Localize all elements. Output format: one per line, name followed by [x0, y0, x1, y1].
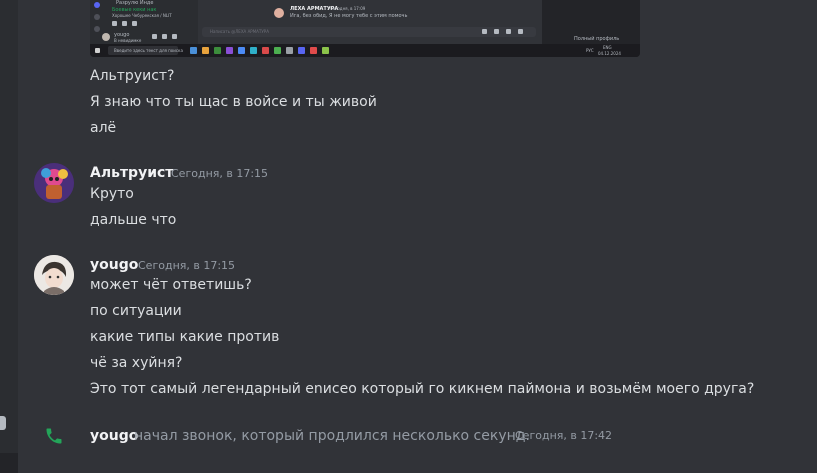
message-line: Я знаю что ты щас в войсе и ты живой — [90, 94, 377, 110]
message-line: какие типы какие против — [90, 329, 280, 345]
windows-icon — [95, 48, 100, 53]
message-line: может чёт ответишь? — [90, 277, 252, 293]
embed-chat: ЛЕХА АРМАТУРА Сегодня, в 17:09 Ига, без … — [198, 0, 542, 44]
message-author[interactable]: Альтруист — [90, 164, 173, 182]
taskbar-app-icon — [238, 47, 245, 54]
taskbar-app-icon — [310, 47, 317, 54]
mic-icon — [152, 34, 157, 39]
screenshot-attachment[interactable]: Разрулю Инде Боевые кеки нак Хорошее Чеб… — [90, 0, 640, 57]
taskbar-app-icon — [214, 47, 221, 54]
taskbar-app-icon — [274, 47, 281, 54]
embed-contact-time: Сегодня, в 17:09 — [330, 6, 366, 11]
call-timestamp: Сегодня, в 17:42 — [515, 429, 613, 442]
message-timestamp: Сегодня, в 17:15 — [138, 259, 236, 272]
call-text: начал звонок, который продлился нескольк… — [134, 428, 530, 444]
taskbar-app-icon — [286, 47, 293, 54]
embed-user-status: В невидимке — [114, 38, 142, 43]
sticker-icon — [506, 29, 511, 34]
embed-date: 04.12.2024 — [598, 51, 621, 56]
message-line: Круто — [90, 186, 134, 202]
phone-icon — [46, 428, 62, 444]
message-line: чё за хуйня? — [90, 355, 183, 371]
gif-icon — [494, 29, 499, 34]
embed-taskbar: Введите здесь текст для поиска РУС ENG 0… — [90, 44, 640, 57]
mic-icon — [112, 21, 117, 26]
message-timestamp: Сегодня, в 17:15 — [171, 167, 269, 180]
avatar-altruist[interactable] — [34, 163, 74, 203]
gear-icon — [172, 34, 177, 39]
emoji-icon — [518, 29, 523, 34]
contact-avatar — [274, 8, 284, 18]
embed-profile-label: Полный профиль — [574, 36, 620, 42]
server-icon — [94, 26, 100, 32]
camera-icon — [122, 21, 127, 26]
taskbar-app-icon — [298, 47, 305, 54]
rail-footer — [0, 453, 18, 473]
embed-taskbar-search-text: Введите здесь текст для поиска — [114, 48, 183, 53]
message-line: алё — [90, 120, 117, 136]
embed-taskbar-search: Введите здесь текст для поиска — [108, 46, 183, 55]
taskbar-app-icon — [322, 47, 329, 54]
server-rail — [0, 0, 18, 473]
message-line: дальше что — [90, 212, 177, 228]
embed-clock: ENG — [603, 45, 612, 50]
rail-indicator — [0, 416, 6, 430]
message-line: по ситуации — [90, 303, 182, 319]
embed-message-input: Написать @ЛЕХА АРМАТУРА — [202, 27, 536, 37]
embed-lang: РУС — [586, 48, 594, 53]
share-icon — [132, 21, 137, 26]
taskbar-app-icon — [250, 47, 257, 54]
message-line: Альтруист? — [90, 68, 175, 84]
server-icon — [94, 2, 100, 8]
avatar-yougo[interactable] — [34, 255, 74, 295]
embed-input-placeholder: Написать @ЛЕХА АРМАТУРА — [210, 29, 269, 34]
user-avatar — [102, 33, 110, 41]
embed-server-name: Разрулю Инде — [116, 0, 154, 6]
message-author[interactable]: yougo — [90, 256, 138, 274]
gift-icon — [482, 29, 487, 34]
headphones-icon — [162, 34, 167, 39]
embed-voice-sub: Хорошее Чебурекская / NLIT — [112, 13, 172, 18]
call-author[interactable]: yougo — [90, 427, 138, 445]
taskbar-app-icon — [202, 47, 209, 54]
embed-profile-panel: Полный профиль — [542, 0, 640, 44]
embed-contact-msg: Ига, без обид, Я не могу тебе с этим пом… — [290, 13, 408, 19]
taskbar-app-icon — [226, 47, 233, 54]
embed-sidebar: Разрулю Инде Боевые кеки нак Хорошее Чеб… — [90, 0, 198, 44]
taskbar-app-icon — [262, 47, 269, 54]
message-line: Это тот самый легендарный enисео который… — [90, 381, 755, 397]
server-icon — [94, 14, 100, 20]
taskbar-app-icon — [190, 47, 197, 54]
